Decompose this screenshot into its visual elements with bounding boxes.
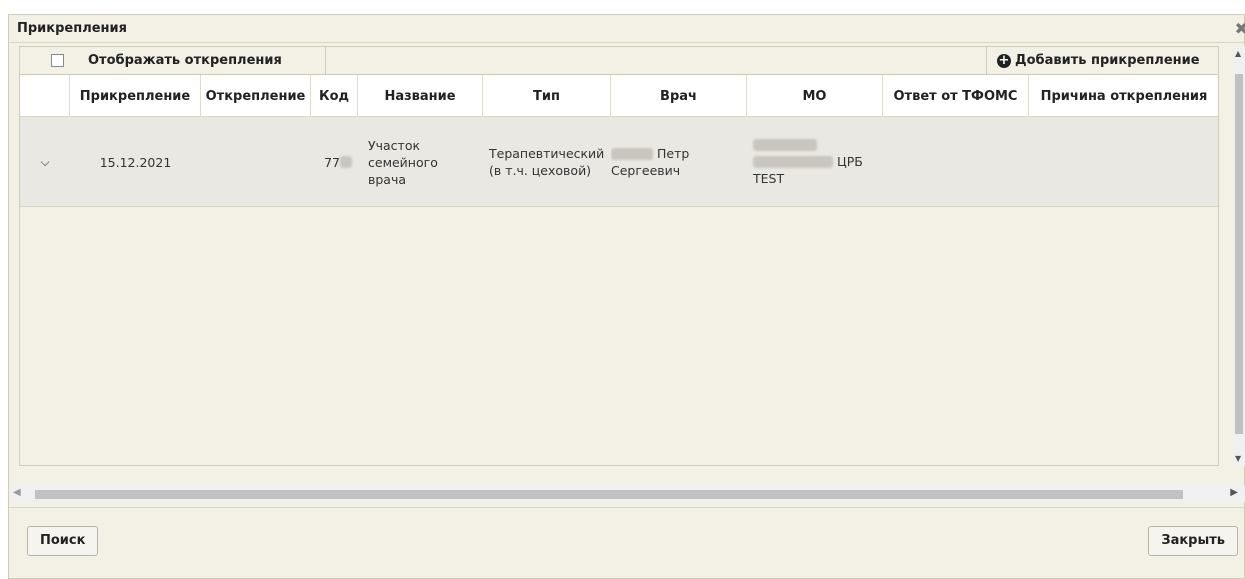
- doctor-line-1: Петр: [657, 146, 690, 161]
- chevron-down-icon[interactable]: ⌵: [40, 154, 49, 171]
- redacted-surname: [611, 147, 653, 160]
- add-attachment-label: Добавить прикрепление: [1015, 53, 1200, 68]
- column-attached[interactable]: Прикрепление: [70, 75, 201, 117]
- footer-divider: [9, 507, 1245, 508]
- column-mo[interactable]: МО: [747, 75, 883, 117]
- scroll-up-icon[interactable]: ▲: [1235, 49, 1241, 58]
- close-icon[interactable]: ✖: [1235, 19, 1245, 38]
- expander-cell[interactable]: ⌵: [20, 117, 70, 207]
- grid-toolbar: Отображать открепления + Добавить прикре…: [19, 46, 1219, 75]
- table-row[interactable]: ⌵ 15.12.2021 77 Участок семейного врача …: [20, 117, 1218, 207]
- code-value: 77: [324, 154, 340, 170]
- dialog-titlebar: Прикрепления ✖: [9, 15, 1245, 43]
- column-type[interactable]: Тип: [483, 75, 611, 117]
- search-button[interactable]: Поиск: [27, 526, 99, 556]
- show-detachments-label: Отображать открепления: [88, 53, 282, 68]
- mo-line-3: TEST: [753, 171, 785, 186]
- scroll-left-icon[interactable]: ◀: [13, 487, 21, 498]
- attached-date: 15.12.2021: [99, 154, 172, 170]
- show-detachments-toggle[interactable]: Отображать открепления: [20, 47, 326, 75]
- name-value: Участок семейного врача: [368, 137, 438, 187]
- column-detached[interactable]: Открепление: [201, 75, 311, 117]
- horizontal-scrollbar[interactable]: ◀ ▶: [9, 486, 1245, 502]
- mo-cell: ЦРБ TEST: [747, 117, 883, 207]
- doctor-cell: Петр Сергеевич: [611, 117, 747, 207]
- show-detachments-checkbox[interactable]: [51, 54, 64, 67]
- type-cell: Терапевтический (в т.ч. цеховой): [483, 117, 611, 207]
- tfoms-response-cell: [883, 117, 1029, 207]
- vertical-scroll-thumb[interactable]: [1235, 74, 1243, 434]
- horizontal-scroll-thumb[interactable]: [35, 490, 1183, 499]
- column-doctor[interactable]: Врач: [611, 75, 747, 117]
- plus-circle-icon: +: [997, 53, 1011, 68]
- column-expander: [20, 75, 70, 117]
- vertical-scrollbar[interactable]: ▲ ▼: [1233, 46, 1245, 466]
- add-attachment-button[interactable]: + Добавить прикрепление: [986, 47, 1218, 75]
- column-detach-reason[interactable]: Причина открепления: [1029, 75, 1218, 117]
- column-code[interactable]: Код: [311, 75, 358, 117]
- close-button[interactable]: Закрыть: [1148, 526, 1238, 556]
- dialog-title: Прикрепления: [17, 21, 127, 36]
- grid-header: Прикрепление Открепление Код Название Ти…: [20, 75, 1218, 117]
- attachments-dialog: Прикрепления ✖ Отображать открепления + …: [8, 14, 1245, 579]
- name-cell: Участок семейного врача: [358, 117, 483, 207]
- code-cell: 77: [311, 117, 358, 207]
- redacted-mo-line-1: [753, 139, 817, 151]
- column-name[interactable]: Название: [358, 75, 483, 117]
- attachments-grid: Прикрепление Открепление Код Название Ти…: [19, 74, 1219, 466]
- redacted-code: [340, 156, 352, 168]
- scroll-down-icon[interactable]: ▼: [1235, 454, 1241, 463]
- type-line-2: (в т.ч. цеховой): [489, 163, 592, 178]
- column-tfoms-response[interactable]: Ответ от ТФОМС: [883, 75, 1029, 117]
- detach-reason-cell: [1029, 117, 1218, 207]
- scroll-right-icon[interactable]: ▶: [1230, 487, 1238, 498]
- detached-cell: [201, 117, 311, 207]
- attached-cell: 15.12.2021: [70, 117, 201, 207]
- redacted-mo-line-2: [753, 155, 833, 168]
- type-line-1: Терапевтический: [489, 146, 605, 161]
- doctor-line-2: Сергеевич: [611, 163, 681, 178]
- mo-line-2: ЦРБ: [837, 154, 863, 169]
